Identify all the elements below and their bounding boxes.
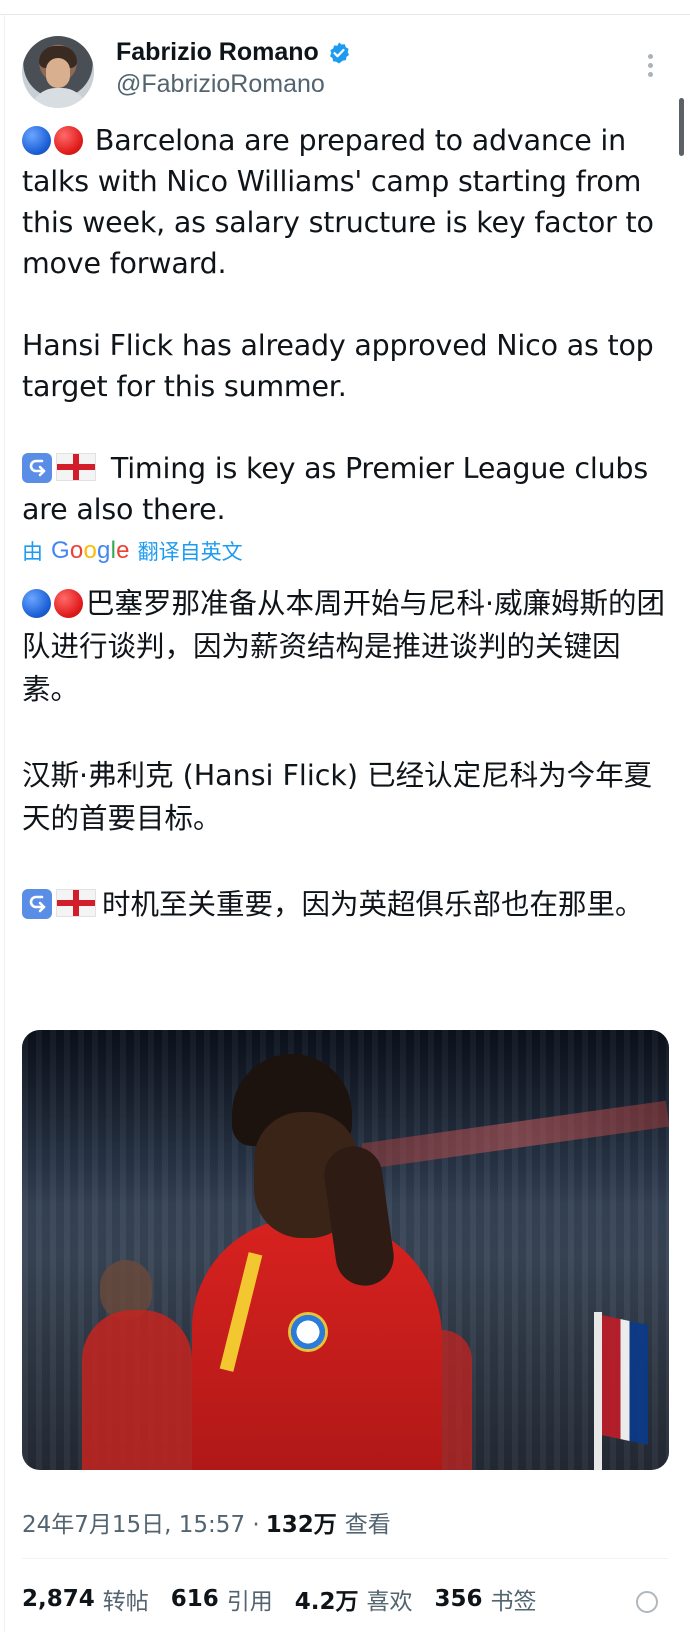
- views-count: 132万: [265, 1512, 337, 1538]
- author-name-row: Fabrizio Romano: [116, 38, 351, 67]
- watermark-icon: [636, 1591, 658, 1613]
- watermark-overlay: [626, 1584, 690, 1616]
- england-flag-emoji: [56, 453, 96, 481]
- left-border: [4, 14, 5, 1632]
- background-player: [82, 1310, 192, 1470]
- avatar-body: [30, 88, 88, 108]
- google-letter: e: [116, 537, 130, 564]
- tweet-paragraph-3: Timing is key as Premier League clubs ar…: [22, 448, 672, 530]
- quotes-count: 616: [170, 1586, 219, 1612]
- tweet-line-3: Timing is key as Premier League clubs ar…: [22, 452, 648, 526]
- translated-paragraph-1: 巴塞罗那准备从本周开始与尼科·威廉姆斯的团队进行谈判，因为薪资结构是推进谈判的关…: [22, 582, 672, 711]
- translation-prefix: 由: [22, 540, 43, 564]
- tweet-media-photo[interactable]: [22, 1030, 669, 1470]
- retweets-label: 转帖: [102, 1589, 149, 1615]
- retweets-stat[interactable]: 2,874 转帖: [22, 1582, 149, 1616]
- more-dot: [648, 63, 653, 68]
- corner-flag-cloth: [602, 1315, 648, 1445]
- corner-flag-pole: [594, 1312, 602, 1470]
- google-letter: g: [97, 537, 111, 564]
- avatar-face: [46, 58, 70, 88]
- bookmarks-label: 书签: [490, 1589, 537, 1615]
- translated-line-3: 时机至关重要，因为英超俱乐部也在那里。: [102, 888, 644, 921]
- bookmarks-count: 356: [434, 1586, 483, 1612]
- translated-by-google-link[interactable]: 由 Google 翻译自英文: [22, 536, 243, 566]
- author-handle[interactable]: @FabrizioRomano: [116, 70, 325, 99]
- tournament-badge: [288, 1312, 328, 1352]
- quotes-stat[interactable]: 616 引用: [171, 1582, 273, 1616]
- more-dot: [648, 72, 653, 77]
- more-options-icon[interactable]: [648, 54, 654, 80]
- right-arrow-curving-left-emoji: [22, 453, 52, 483]
- author-display-name[interactable]: Fabrizio Romano: [116, 38, 319, 67]
- google-letter: o: [69, 537, 84, 564]
- engagement-stats: 2,874 转帖 616 引用 4.2万 喜欢 356 书签: [22, 1582, 559, 1616]
- tweet-text: Barcelona are prepared to advance in tal…: [22, 120, 672, 530]
- translation-suffix: 翻译自英文: [137, 540, 243, 564]
- bookmarks-stat[interactable]: 356 书签: [435, 1582, 537, 1616]
- tweet-meta: 24年7月15日, 15:57 · 132万 查看: [22, 1505, 391, 1539]
- google-letter: o: [83, 537, 97, 564]
- translated-line-1: 巴塞罗那准备从本周开始与尼科·威廉姆斯的团队进行谈判，因为薪资结构是推进谈判的关…: [22, 587, 666, 706]
- tweet-detail-view: Fabrizio Romano @FabrizioRomano Barcelon…: [0, 0, 690, 1632]
- more-dot: [648, 54, 653, 59]
- likes-stat[interactable]: 4.2万 喜欢: [295, 1582, 413, 1616]
- scrollbar-thumb[interactable]: [679, 98, 684, 156]
- google-logo: Google: [51, 537, 130, 565]
- likes-count: 4.2万: [294, 1589, 359, 1615]
- verified-badge-icon: [329, 42, 349, 63]
- likes-label: 喜欢: [366, 1589, 413, 1615]
- blue-circle-emoji: [22, 126, 51, 155]
- england-flag-emoji: [56, 889, 96, 917]
- blue-circle-emoji: [22, 589, 51, 618]
- google-letter: G: [51, 537, 70, 564]
- translated-text: 巴塞罗那准备从本周开始与尼科·威廉姆斯的团队进行谈判，因为薪资结构是推进谈判的关…: [22, 582, 672, 926]
- red-circle-emoji: [54, 126, 83, 155]
- retweets-count: 2,874: [22, 1586, 95, 1612]
- translated-paragraph-2: 汉斯·弗利克 (Hansi Flick) 已经认定尼科为今年夏天的首要目标。: [22, 759, 653, 835]
- views-label: 查看: [344, 1512, 391, 1538]
- tweet-paragraph-2: Hansi Flick has already approved Nico as…: [22, 329, 654, 403]
- meta-divider: [22, 1558, 668, 1559]
- quotes-label: 引用: [226, 1589, 273, 1615]
- top-divider: [0, 14, 690, 15]
- red-circle-emoji: [54, 589, 83, 618]
- translated-paragraph-3: 时机至关重要，因为英超俱乐部也在那里。: [22, 883, 672, 926]
- tweet-paragraph-1: Barcelona are prepared to advance in tal…: [22, 120, 672, 284]
- right-arrow-curving-left-emoji: [22, 889, 52, 919]
- avatar[interactable]: [22, 36, 94, 108]
- tweet-timestamp[interactable]: 24年7月15日, 15:57 ·: [22, 1505, 260, 1539]
- tweet-line-1: Barcelona are prepared to advance in tal…: [22, 124, 654, 280]
